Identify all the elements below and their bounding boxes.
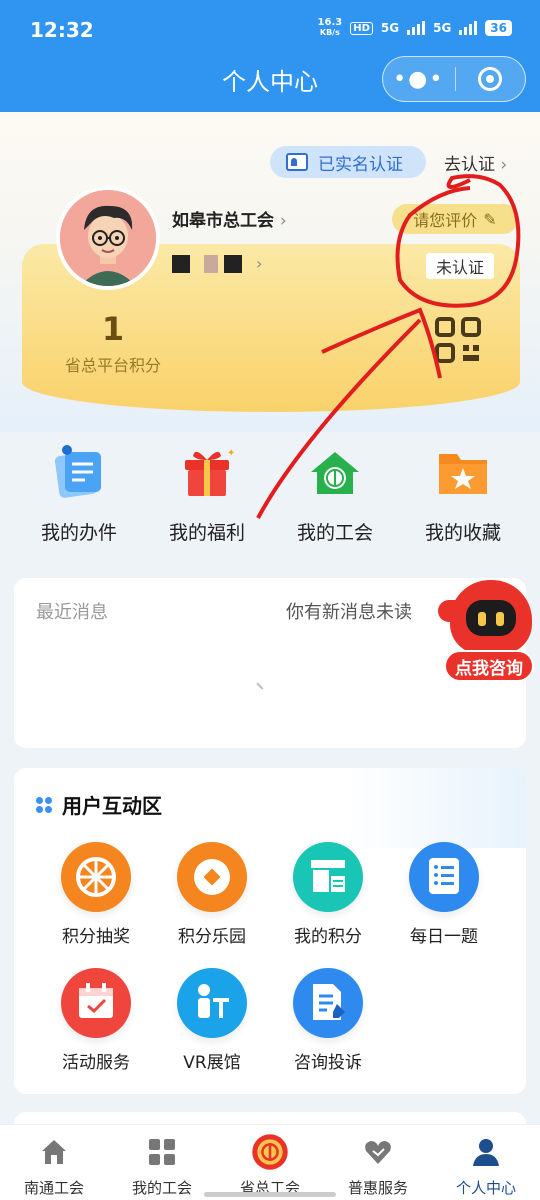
coin-icon bbox=[177, 842, 247, 912]
points-store-icon bbox=[293, 842, 363, 912]
document-icon bbox=[54, 445, 101, 498]
close-miniapp-button[interactable] bbox=[456, 67, 526, 91]
quick-my-union[interactable]: 我的工会 bbox=[280, 440, 390, 545]
go-verify-link[interactable]: 去认证 › bbox=[444, 150, 507, 175]
points-value[interactable]: 1 bbox=[60, 310, 166, 348]
loading-indicator bbox=[256, 678, 268, 690]
union-emblem-icon bbox=[252, 1134, 288, 1170]
chevron-right-icon: › bbox=[256, 254, 263, 273]
org-name[interactable]: 如皋市总工会 › bbox=[172, 206, 287, 231]
person-icon bbox=[473, 1139, 499, 1166]
activity-service[interactable]: 活动服务 bbox=[38, 968, 154, 1073]
points-park[interactable]: 积分乐园 bbox=[154, 842, 270, 947]
quick-my-favorites[interactable]: 我的收藏 bbox=[408, 440, 518, 545]
home-icon bbox=[42, 1140, 66, 1164]
rate-button[interactable]: 请您评价 ✎ bbox=[392, 204, 518, 234]
quiz-list-icon bbox=[409, 842, 479, 912]
consult-label: 点我咨询 bbox=[444, 650, 534, 682]
daily-question[interactable]: 每日一题 bbox=[386, 842, 502, 947]
battery-icon: 36 bbox=[485, 20, 512, 36]
avatar[interactable] bbox=[56, 186, 160, 290]
miniapp-capsule: •●• bbox=[382, 56, 526, 102]
chevron-right-icon: › bbox=[500, 155, 508, 175]
qrcode-icon[interactable] bbox=[434, 316, 482, 364]
network-speed: 16.3 KB/s bbox=[317, 17, 343, 38]
bottom-tab-bar: 南通工会 我的工会 省总工会 普惠服务 个人中心 bbox=[0, 1124, 540, 1200]
star-folder-icon bbox=[439, 454, 487, 494]
status-bar: 12:32 16.3 KB/s HD 5G 5G 36 bbox=[0, 0, 540, 58]
tab-personal-center[interactable]: 个人中心 bbox=[432, 1133, 540, 1198]
wheel-icon bbox=[61, 842, 131, 912]
signal-icon-2 bbox=[459, 21, 478, 35]
tab-provincial-union[interactable]: 省总工会 bbox=[216, 1133, 324, 1198]
signal-icon bbox=[407, 21, 426, 35]
new-message-text[interactable]: 你有新消息未读 bbox=[286, 598, 412, 624]
tab-my-union[interactable]: 我的工会 bbox=[108, 1133, 216, 1198]
more-dots-icon[interactable]: •●• bbox=[383, 67, 455, 92]
points-label: 省总平台积分 bbox=[64, 356, 161, 375]
heart-hand-icon bbox=[365, 1141, 391, 1164]
user-name-redacted[interactable]: › bbox=[172, 254, 262, 273]
target-icon bbox=[478, 67, 503, 91]
network-5g-2: 5G bbox=[433, 21, 452, 35]
svg-text:✦: ✦ bbox=[227, 448, 235, 459]
robot-icon bbox=[450, 580, 532, 654]
network-5g-1: 5G bbox=[380, 21, 400, 35]
consult-complaint[interactable]: 咨询投诉 bbox=[270, 968, 386, 1073]
calendar-check-icon bbox=[61, 968, 131, 1038]
edit-doc-icon bbox=[293, 968, 363, 1038]
vr-gallery[interactable]: VR展馆 bbox=[154, 968, 270, 1073]
top-bar: 12:32 16.3 KB/s HD 5G 5G 36 个人中心 •●• bbox=[0, 0, 540, 112]
vr-person-icon bbox=[177, 968, 247, 1038]
pencil-icon: ✎ bbox=[483, 209, 497, 229]
union-house-icon bbox=[311, 452, 359, 494]
id-card-icon bbox=[286, 153, 308, 171]
quick-my-cases[interactable]: 我的办件 bbox=[24, 440, 134, 545]
grid-icon bbox=[149, 1139, 175, 1165]
quick-actions: 我的办件 ✦ 我的福利 我的工会 我的收藏 bbox=[0, 440, 540, 550]
points-lottery[interactable]: 积分抽奖 bbox=[38, 842, 154, 947]
tab-benefit-service[interactable]: 普惠服务 bbox=[324, 1133, 432, 1198]
status-time: 12:32 bbox=[30, 18, 94, 42]
birds-decoration bbox=[346, 768, 526, 848]
home-indicator bbox=[204, 1192, 336, 1197]
gift-icon: ✦ bbox=[185, 448, 235, 496]
consult-robot-button[interactable]: 点我咨询 bbox=[444, 580, 536, 688]
hd-badge: HD bbox=[350, 21, 373, 35]
verified-badge[interactable]: 已实名认证 bbox=[270, 146, 426, 178]
tab-nantong-union[interactable]: 南通工会 bbox=[0, 1133, 108, 1198]
unverified-tag[interactable]: 未认证 bbox=[426, 253, 494, 279]
messages-title: 最近消息 bbox=[36, 602, 108, 623]
grid-dots-icon bbox=[36, 796, 52, 813]
interaction-header: 用户互动区 bbox=[36, 790, 162, 819]
chevron-right-icon: › bbox=[279, 211, 287, 231]
status-indicators: 16.3 KB/s HD 5G 5G 36 bbox=[318, 18, 512, 38]
quick-my-welfare[interactable]: ✦ 我的福利 bbox=[152, 440, 262, 545]
my-points[interactable]: 我的积分 bbox=[270, 842, 386, 947]
interaction-zone: 用户互动区 积分抽奖 积分乐园 我的积分 每日一题 活动服务 VR展馆 咨询投诉 bbox=[14, 768, 526, 1094]
